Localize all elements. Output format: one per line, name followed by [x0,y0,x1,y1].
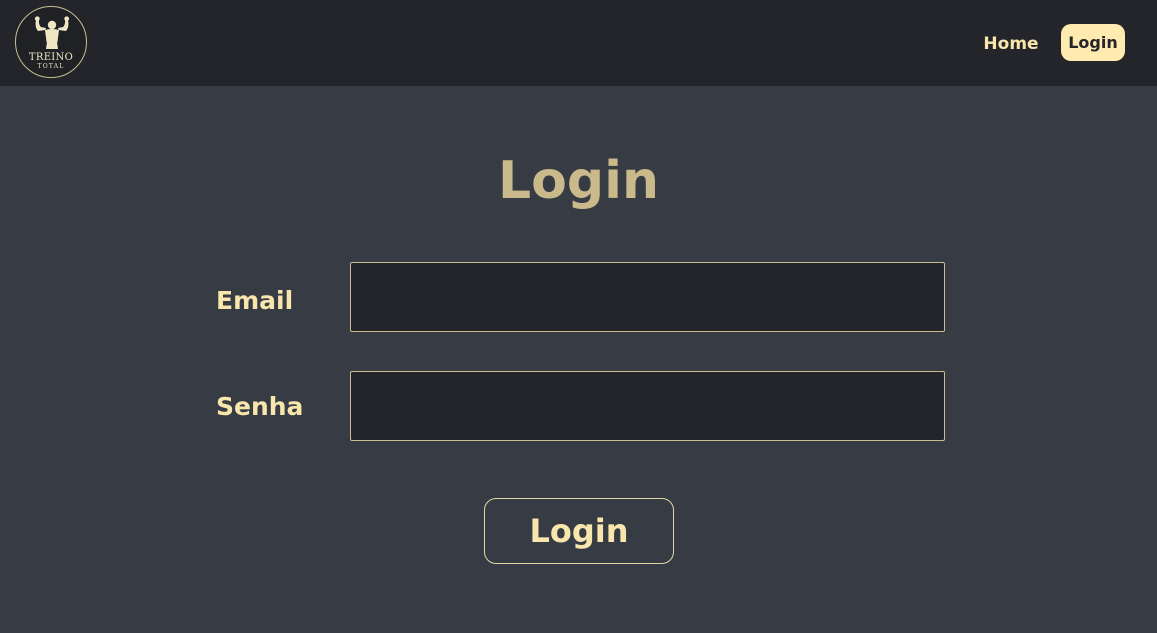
password-label: Senha [216,392,304,421]
nav-home-link[interactable]: Home [975,30,1047,58]
email-field[interactable] [350,262,945,332]
navbar: TREINO TOTAL Home Login [0,0,1157,86]
logo-wordmark-top: TREINO [28,52,74,63]
email-label: Email [216,286,294,315]
page-title: Login [498,151,659,211]
password-field[interactable] [350,371,945,441]
logo[interactable]: TREINO TOTAL [15,6,87,78]
nav-login-button[interactable]: Login [1061,24,1125,61]
logo-wordmark-bottom: TOTAL [37,63,65,70]
login-submit-button[interactable]: Login [484,498,674,564]
